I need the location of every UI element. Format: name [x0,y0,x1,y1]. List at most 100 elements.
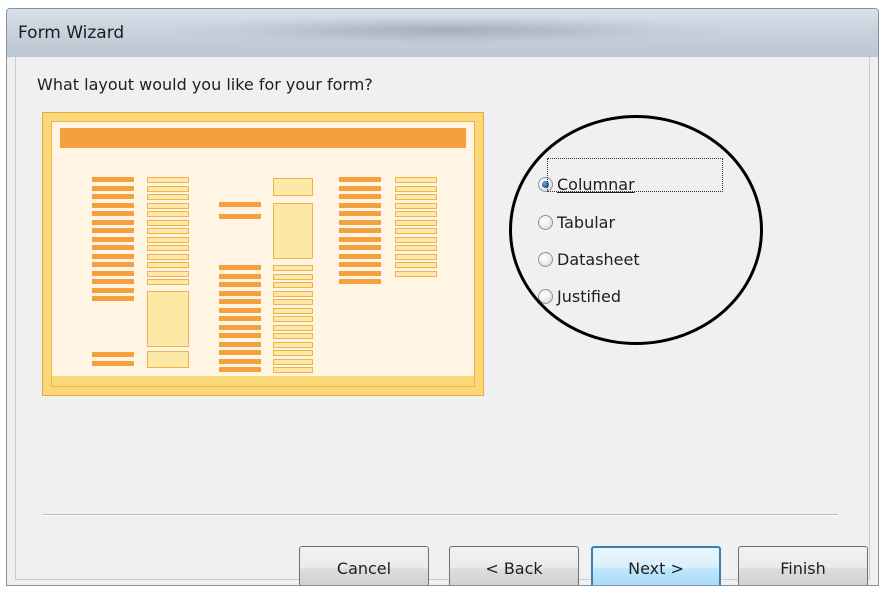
preview-field-bar [147,270,189,277]
preview-field-bar [395,270,437,277]
preview-label-bar [92,361,134,366]
preview-field-bar [147,245,189,251]
preview-field-bar [395,202,437,209]
preview-label-bar [219,299,261,304]
preview-label-bar [339,211,381,216]
preview-field-bar [147,185,189,192]
form-wizard-window: Form Wizard What layout would you like f… [6,8,879,586]
back-button[interactable]: < Back [449,546,579,585]
preview-field-bar [147,228,189,234]
annotation-circle [509,115,763,345]
preview-label-bar [219,367,261,372]
preview-footer-stripe [52,376,474,386]
preview-field-block [147,351,189,368]
preview-label-bar [92,194,134,199]
preview-label-bar [339,279,381,284]
preview-field-bar [273,299,313,305]
preview-field-bar [273,273,313,280]
preview-label-bar [219,290,261,296]
preview-label-bar [92,352,134,357]
window-title: Form Wizard [18,23,125,43]
cancel-button[interactable]: Cancel [299,546,429,585]
preview-label-bar [219,341,261,347]
preview-field-bar [147,262,189,268]
preview-label-bar [339,177,381,182]
preview-field-bar [395,262,437,268]
preview-field-bar [273,290,313,297]
preview-field-bar [273,307,313,314]
preview-field-bar [147,253,189,260]
preview-field-bar [273,350,313,356]
preview-label-bar [92,236,134,242]
preview-label-bar [92,279,134,284]
preview-header-bar [60,128,466,148]
preview-label-bar [219,214,261,219]
preview-field-bar [147,236,189,243]
preview-label-bar [219,273,261,279]
preview-field-bar [395,194,437,200]
preview-field-bar [273,324,313,331]
preview-field-bar [273,358,313,365]
preview-label-bar [339,253,381,259]
title-bar-glass [177,15,717,45]
preview-label-bar [92,202,134,208]
preview-field-bar [273,341,313,348]
preview-field-bar [395,185,437,192]
preview-label-bar [339,270,381,276]
preview-label-bar [92,296,134,301]
wizard-content: What layout would you like for your form… [15,57,870,585]
preview-label-bar [92,245,134,250]
preview-label-bar [92,228,134,233]
preview-field-bar [147,202,189,209]
button-separator [43,514,838,516]
finish-button[interactable]: Finish [738,546,868,585]
preview-field-block [273,178,313,196]
preview-label-bar [92,287,134,293]
preview-label-bar [339,219,381,225]
next-button[interactable]: Next > [591,546,721,585]
preview-label-bar [339,236,381,242]
preview-label-bar [219,358,261,364]
preview-field-bar [395,177,437,183]
preview-memo-field [273,203,313,259]
preview-label-bar [339,228,381,233]
preview-label-bar [92,262,134,267]
preview-field-bar [147,194,189,200]
preview-field-bar [395,236,437,243]
layout-question: What layout would you like for your form… [37,75,373,94]
preview-field-bar [147,177,189,183]
preview-field-bar [395,245,437,251]
preview-label-bar [219,350,261,355]
preview-field-bar [395,219,437,226]
preview-label-bar [92,219,134,225]
preview-label-bar [92,253,134,259]
preview-field-bar [395,228,437,234]
preview-label-bar [92,211,134,216]
preview-label-bar [339,245,381,250]
preview-label-bar [92,270,134,276]
preview-label-bar [219,333,261,338]
preview-field-bar [273,316,313,322]
layout-preview [42,112,484,396]
preview-field-bar [147,211,189,217]
title-bar[interactable]: Form Wizard [7,9,878,57]
preview-label-bar [219,202,261,207]
layout-preview-canvas [51,121,475,387]
preview-label-bar [339,262,381,267]
preview-label-bar [219,282,261,287]
preview-field-bar [273,333,313,339]
preview-label-bar [219,307,261,313]
preview-field-bar [273,282,313,288]
preview-label-bar [92,177,134,182]
preview-field-bar [273,265,313,271]
preview-field-bar [147,219,189,226]
preview-field-bar [273,367,313,373]
preview-label-bar [219,265,261,270]
preview-field-bar [395,253,437,260]
preview-label-bar [339,194,381,199]
preview-label-bar [339,202,381,208]
preview-label-bar [339,185,381,191]
preview-label-bar [92,185,134,191]
preview-label-bar [219,316,261,321]
preview-memo-field [147,291,189,347]
